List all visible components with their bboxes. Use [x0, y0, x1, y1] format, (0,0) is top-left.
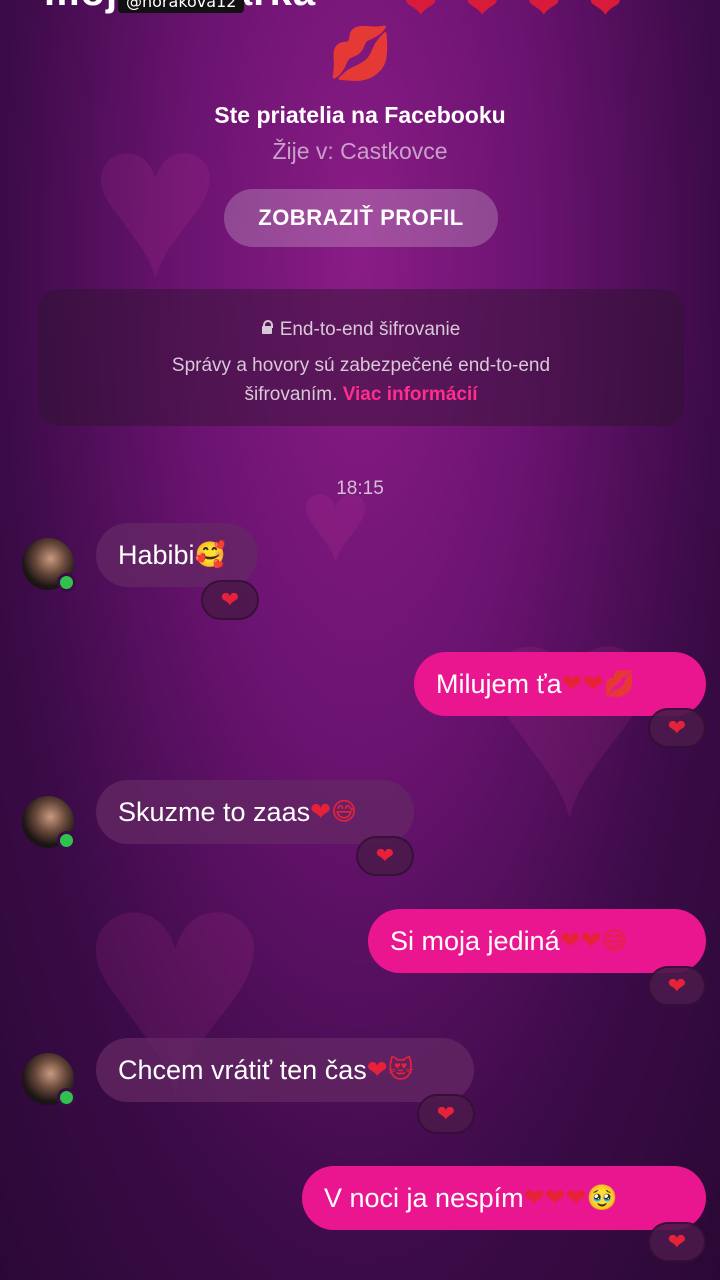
- online-indicator: [57, 573, 76, 592]
- avatar[interactable]: [22, 538, 76, 592]
- message-bubble-incoming[interactable]: Skuzme to zaas ❤😅: [96, 780, 414, 844]
- encryption-notice: End-to-end šifrovanie Správy a hovory sú…: [38, 289, 684, 426]
- more-info-link[interactable]: Viac informácií: [343, 384, 478, 405]
- watermark: @horakova12: [118, 0, 245, 13]
- heart-reaction[interactable]: ❤: [201, 580, 259, 620]
- message-text: Habibi: [118, 539, 195, 570]
- avatar[interactable]: [22, 1053, 76, 1107]
- message-emoji: ❤❤❤🥹: [523, 1184, 618, 1212]
- message-bubble-outgoing[interactable]: V noci ja nespím ❤❤❤🥹: [302, 1166, 706, 1230]
- online-indicator: [57, 831, 76, 850]
- message-bubble-incoming[interactable]: Habibi 🥰: [96, 523, 258, 587]
- message-text: Chcem vrátiť ten čas: [118, 1054, 367, 1085]
- friends-status: Ste priatelia na Facebooku: [214, 102, 506, 128]
- message-bubble-outgoing[interactable]: Milujem ťa ❤❤💋: [414, 652, 706, 716]
- lives-in-text: Žije v: Castkovce: [272, 138, 448, 164]
- lock-icon: [261, 320, 273, 334]
- heart-reaction[interactable]: ❤: [417, 1094, 475, 1134]
- message-emoji: ❤😅: [310, 798, 358, 826]
- message-emoji: ❤❤😅: [559, 927, 628, 955]
- heart-reaction[interactable]: ❤: [356, 836, 414, 876]
- message-bubble-incoming[interactable]: Chcem vrátiť ten čas ❤😻: [96, 1038, 474, 1102]
- view-profile-button[interactable]: ZOBRAZIŤ PROFIL: [224, 189, 498, 247]
- message-text: V noci ja nespím: [324, 1182, 524, 1213]
- message-emoji: 🥰: [194, 540, 226, 569]
- heart-reaction[interactable]: ❤: [648, 1222, 706, 1262]
- kiss-icon: 💋: [328, 25, 393, 83]
- message-text: Si moja jediná: [390, 925, 560, 956]
- online-indicator: [57, 1088, 76, 1107]
- message-timestamp: 18:15: [336, 478, 384, 499]
- message-emoji: ❤❤💋: [561, 670, 635, 698]
- encryption-title: End-to-end šifrovanie: [279, 319, 461, 340]
- avatar[interactable]: [22, 796, 76, 850]
- message-bubble-outgoing[interactable]: Si moja jediná ❤❤😅: [368, 909, 706, 973]
- message-text: Skuzme to zaas: [118, 796, 311, 827]
- heart-reaction[interactable]: ❤: [648, 966, 706, 1006]
- title-hearts: ❤❤❤❤: [404, 0, 651, 27]
- message-text: Milujem ťa: [436, 668, 562, 699]
- message-emoji: ❤😻: [366, 1056, 414, 1084]
- heart-reaction[interactable]: ❤: [648, 708, 706, 748]
